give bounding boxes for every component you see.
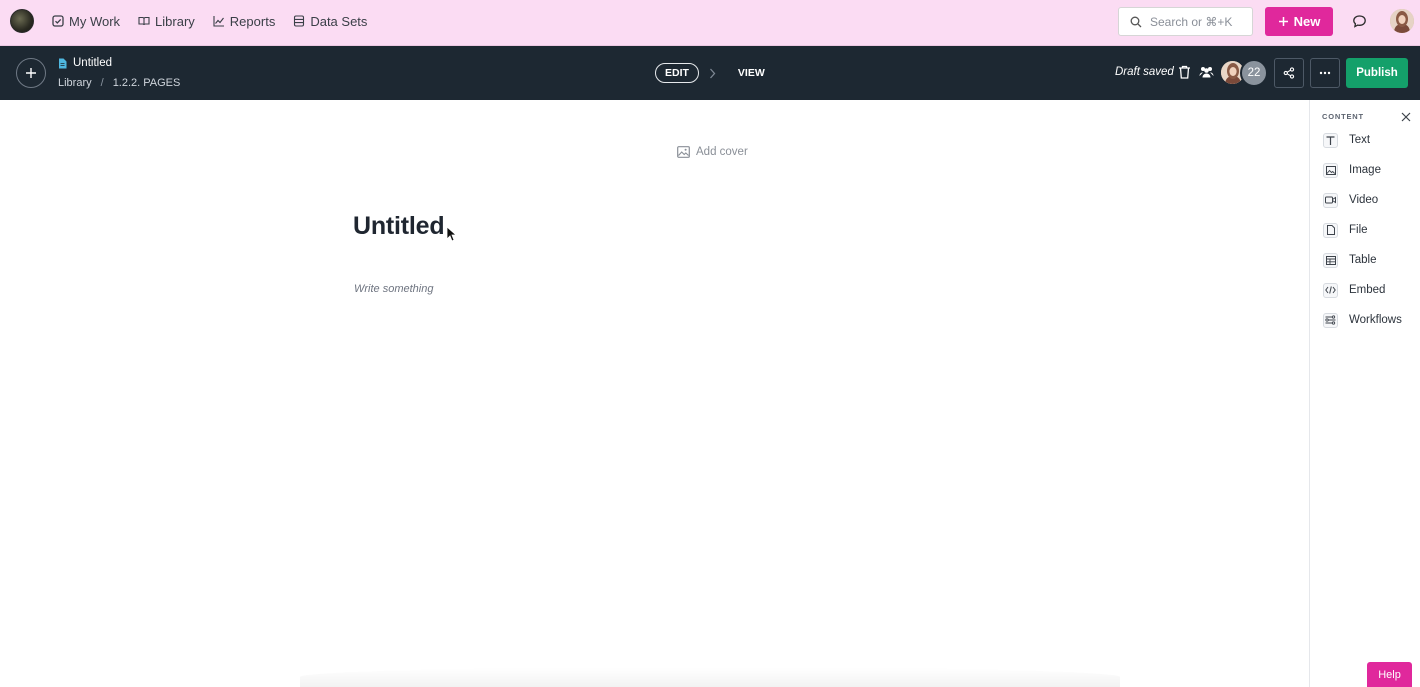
breadcrumb-library[interactable]: Library [58,77,92,89]
share-icon [1283,67,1295,79]
content-item-text[interactable]: Text [1323,131,1370,149]
bottom-fade [300,667,1120,687]
nav-library-label: Library [155,13,195,29]
table-icon [1323,252,1338,268]
main-nav-links: My Work Library Reports Data Sets [52,0,367,42]
chevron-right-icon [709,68,716,78]
view-mode-tab[interactable]: VIEW [738,67,765,79]
breadcrumb-pages[interactable]: 1.2.2. PAGES [113,77,181,89]
edit-mode-tab[interactable]: EDIT [655,63,699,83]
file-icon [1323,222,1338,238]
team-icon[interactable] [1199,65,1214,78]
close-icon[interactable] [1401,112,1411,122]
new-button[interactable]: New [1265,7,1333,36]
plus-icon [1278,17,1288,26]
content-item-label: Text [1349,134,1371,146]
body-placeholder[interactable]: Write something [354,283,433,295]
user-avatar[interactable] [1390,9,1414,33]
database-icon [294,15,305,27]
search-input[interactable] [1150,14,1250,29]
page-icon [59,58,67,68]
content-item-label: File [1349,224,1368,236]
content-item-image[interactable]: Image [1323,161,1381,179]
publish-button[interactable]: Publish [1346,58,1408,88]
save-status: Draft saved [1115,66,1174,78]
video-icon [1323,192,1338,208]
mode-switcher: EDIT VIEW [655,63,765,83]
content-panel: CONTENT Text Image Video File Table Embe… [1309,100,1420,687]
nav-data-sets[interactable]: Data Sets [293,14,367,29]
nav-my-work-label: My Work [69,13,121,29]
nav-library[interactable]: Library [138,14,195,29]
share-button[interactable] [1274,58,1304,88]
document-title: Untitled [58,57,112,69]
embed-icon [1323,282,1338,298]
search-icon [1130,16,1142,27]
line-chart-icon [213,16,224,27]
content-item-table[interactable]: Table [1323,251,1377,269]
content-item-label: Image [1349,164,1381,176]
new-button-label: New [1293,14,1321,29]
nav-reports-label: Reports [229,13,276,29]
book-open-icon [138,16,150,26]
image-icon [1323,162,1338,178]
breadcrumb-separator: / [100,77,104,89]
add-block-button[interactable] [16,58,46,88]
page-title[interactable]: Untitled [353,212,445,241]
mouse-pointer-icon [446,226,456,242]
content-item-label: Video [1349,194,1379,206]
ellipsis-icon [1319,71,1331,75]
content-item-label: Table [1349,254,1377,266]
search-box[interactable] [1118,7,1253,36]
image-icon [677,146,690,158]
add-cover-label: Add cover [696,146,748,158]
chat-bubble-icon[interactable] [1352,14,1367,29]
workspace-logo[interactable] [10,9,34,33]
nav-reports[interactable]: Reports [213,13,276,29]
user-photo-icon [1390,9,1414,33]
content-item-workflows[interactable]: Workflows [1323,311,1402,329]
editor-toolbar: Untitled Library / 1.2.2. PAGES EDIT VIE… [0,46,1420,100]
nav-data-sets-label: Data Sets [310,13,368,29]
text-icon [1323,132,1338,148]
content-item-video[interactable]: Video [1323,191,1378,209]
plus-icon [26,68,36,78]
content-item-label: Embed [1349,284,1386,296]
content-panel-heading: CONTENT [1322,112,1364,121]
document-title-label: Untitled [73,57,112,69]
checkbox-icon [52,15,64,27]
content-item-embed[interactable]: Embed [1323,281,1385,299]
add-cover-button[interactable]: Add cover [677,146,748,158]
top-navigation: My Work Library Reports Data Sets New [0,0,1420,46]
breadcrumb: Library / 1.2.2. PAGES [58,77,180,89]
more-options-button[interactable] [1310,58,1340,88]
content-item-file[interactable]: File [1323,221,1368,239]
nav-my-work[interactable]: My Work [52,14,120,29]
collaborator-count-badge[interactable]: 22 [1240,59,1268,87]
content-item-label: Workflows [1349,314,1402,326]
help-button[interactable]: Help [1367,662,1412,687]
trash-icon[interactable] [1178,65,1191,79]
workflows-icon [1323,312,1338,328]
page-canvas: Add cover Untitled Write something [0,100,1309,687]
